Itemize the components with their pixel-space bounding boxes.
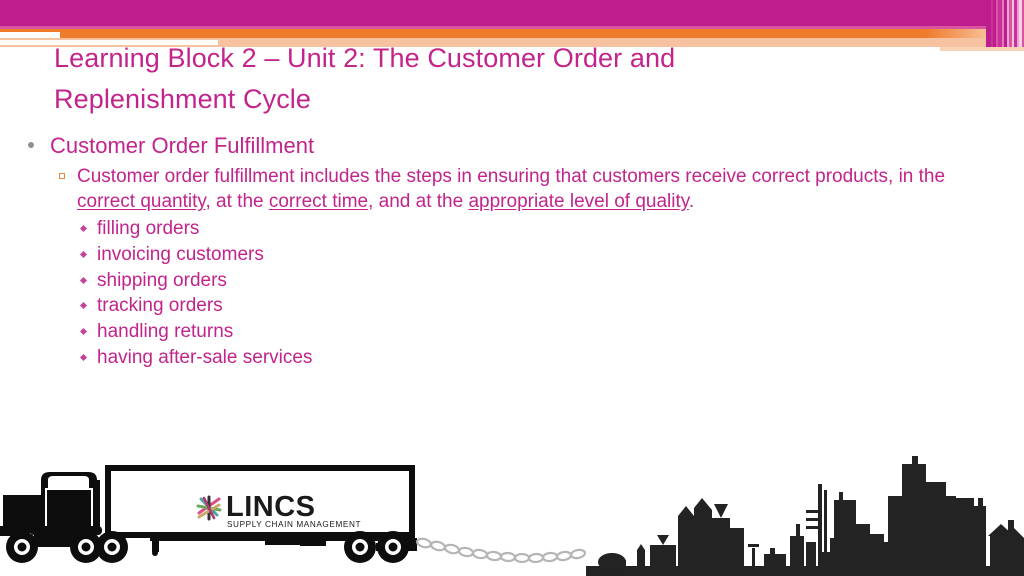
diamond-bullet-icon <box>79 302 88 310</box>
slide-body: Customer Order Fulfillment Customer orde… <box>20 131 995 371</box>
bullet-level3: filling orders <box>20 216 995 242</box>
bullet-level3-label: invoicing customers <box>97 243 264 265</box>
emphasis-underlined-text: appropriate level of quality <box>468 191 689 212</box>
header-band-peach-tail <box>940 47 1024 51</box>
bottom-graphics: LINCS SUPPLY CHAIN MANAGEMENT <box>0 440 1024 576</box>
body-text: , at the <box>205 191 269 212</box>
slide-title: Learning Block 2 – Unit 2: The Customer … <box>54 43 676 114</box>
bullet-level2: Customer order fulfillment includes the … <box>20 164 995 214</box>
body-text: , and at the <box>368 191 469 212</box>
bullet-level1: Customer Order Fulfillment <box>20 131 995 161</box>
header-vertical-stripes <box>986 0 1024 47</box>
bullet-level3-label: handling returns <box>97 321 234 343</box>
header-band-magenta <box>0 0 1024 26</box>
diamond-bullet-icon <box>79 250 88 258</box>
bullet-level3: handling returns <box>20 319 995 345</box>
header-band-white-notch <box>0 32 60 38</box>
bullet-level3-label: having after-sale services <box>97 346 313 368</box>
bullet-level3-label: tracking orders <box>97 295 223 317</box>
chain-link-graphic <box>408 537 587 564</box>
body-text: Customer order fulfillment includes the … <box>77 166 946 187</box>
bullet-level3-label: shipping orders <box>97 269 227 291</box>
slide-canvas: Learning Block 2 – Unit 2: The Customer … <box>0 0 1024 576</box>
lincs-logo-secondary-text: SUPPLY CHAIN MANAGEMENT <box>227 520 361 529</box>
bullet-level3: having after-sale services <box>20 345 995 371</box>
diamond-bullet-icon <box>79 353 88 362</box>
lincs-logo-primary-text: LINCS <box>226 491 316 523</box>
diamond-bullet-icon <box>79 224 88 233</box>
body-text: . <box>688 191 695 212</box>
diamond-bullet-icon <box>79 328 88 336</box>
diamond-bullet-icon <box>79 276 88 284</box>
bullet-level3: invoicing customers <box>20 242 995 268</box>
emphasis-underlined-text: correct quantity <box>77 191 206 212</box>
city-skyline-silhouette <box>586 456 1024 576</box>
bullet-level2-label: Customer order fulfillment includes the … <box>77 166 945 212</box>
dot-bullet-icon <box>28 142 34 148</box>
square-bullet-icon <box>59 173 65 179</box>
bullet-level1-label: Customer Order Fulfillment <box>50 133 315 158</box>
bullet-level3-list: filling orders invoicing customers shippin… <box>20 216 995 371</box>
header-band-orange <box>0 29 925 38</box>
bullet-level3: shipping orders <box>20 268 995 294</box>
bullet-level3-label: filling orders <box>97 218 200 239</box>
emphasis-underlined-text: correct time <box>268 191 369 212</box>
bullet-level3: tracking orders <box>20 293 995 319</box>
